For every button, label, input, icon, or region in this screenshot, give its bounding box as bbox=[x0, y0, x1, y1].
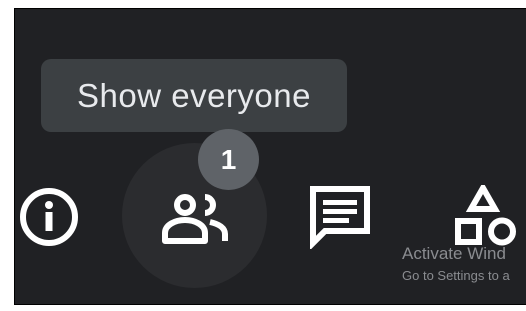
watermark-title: Activate Wind bbox=[402, 244, 506, 263]
chat-button[interactable] bbox=[308, 185, 372, 249]
info-icon bbox=[20, 188, 78, 246]
participant-count-badge: 1 bbox=[198, 129, 259, 190]
meeting-controls-panel: Show everyone 1 Activate Wind Go to Sett… bbox=[14, 8, 526, 305]
show-everyone-button[interactable] bbox=[161, 191, 229, 245]
windows-activation-watermark: Activate Wind Go to Settings to a bbox=[402, 244, 510, 284]
show-everyone-tooltip: Show everyone bbox=[41, 59, 347, 132]
people-icon bbox=[162, 194, 228, 244]
watermark-subtitle: Go to Settings to a bbox=[402, 268, 510, 283]
screenshot-frame: Show everyone 1 Activate Wind Go to Sett… bbox=[0, 0, 526, 311]
chat-icon bbox=[310, 186, 370, 249]
meeting-details-button[interactable] bbox=[17, 185, 81, 249]
